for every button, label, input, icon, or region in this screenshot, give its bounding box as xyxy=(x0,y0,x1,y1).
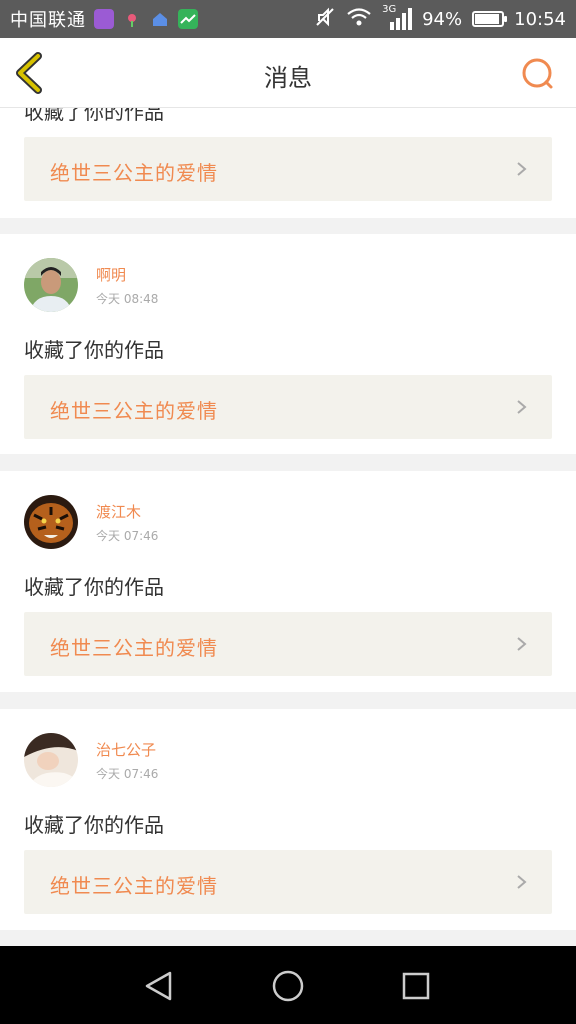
work-title: 绝世三公主的爱情 xyxy=(50,636,218,660)
message-list[interactable]: 收藏了你的作品 绝世三公主的爱情 啊明 今天 08:48 收藏了你的作品 绝世三… xyxy=(0,108,576,946)
work-title: 绝世三公主的爱情 xyxy=(50,161,218,185)
stocks-app-icon xyxy=(178,9,198,29)
carrier-label: 中国联通 xyxy=(10,10,86,31)
username[interactable]: 啊明 xyxy=(96,264,126,285)
work-link[interactable]: 绝世三公主的爱情 xyxy=(24,612,552,676)
message-card: 治七公子 今天 07:46 收藏了你的作品 绝世三公主的爱情 xyxy=(0,709,576,930)
message-card: 收藏了你的作品 绝世三公主的爱情 xyxy=(0,108,576,218)
avatar[interactable] xyxy=(24,733,78,787)
nav-back-button[interactable] xyxy=(142,968,178,1004)
nav-recents-button[interactable] xyxy=(398,968,434,1004)
message-card: 啊明 今天 08:48 收藏了你的作品 绝世三公主的爱情 xyxy=(0,234,576,454)
system-nav-bar xyxy=(0,946,576,1024)
avatar[interactable] xyxy=(24,495,78,549)
work-link[interactable]: 绝世三公主的爱情 xyxy=(24,850,552,914)
search-button[interactable] xyxy=(520,56,556,92)
chevron-right-icon xyxy=(517,162,527,176)
avatar[interactable] xyxy=(24,258,78,312)
circle-home-icon xyxy=(272,970,304,1002)
battery-percent: 94% xyxy=(422,8,463,30)
status-bar-left: 中国联通 xyxy=(10,6,198,32)
gallery-app-icon xyxy=(94,9,114,29)
message-time: 今天 07:46 xyxy=(96,529,159,543)
battery-fill xyxy=(475,14,500,24)
message-action: 收藏了你的作品 xyxy=(24,575,164,599)
clock: 10:54 xyxy=(514,8,566,30)
status-bar-right: 3G 94% 10:54 xyxy=(314,4,566,33)
work-title: 绝世三公主的爱情 xyxy=(50,399,218,423)
message-action: 收藏了你的作品 xyxy=(24,108,164,124)
message-action: 收藏了你的作品 xyxy=(24,813,164,837)
house-app-icon xyxy=(150,9,170,29)
work-link[interactable]: 绝世三公主的爱情 xyxy=(24,375,552,439)
search-icon xyxy=(522,58,553,89)
page-title: 消息 xyxy=(264,64,312,92)
triangle-back-icon xyxy=(145,971,172,1001)
work-title: 绝世三公主的爱情 xyxy=(50,874,218,898)
message-time: 今天 08:48 xyxy=(96,292,159,306)
nav-home-button[interactable] xyxy=(270,968,306,1004)
chevron-right-icon xyxy=(517,875,527,889)
chevron-right-icon xyxy=(517,637,527,651)
message-time: 今天 07:46 xyxy=(96,767,159,781)
username[interactable]: 治七公子 xyxy=(96,739,156,760)
status-bar: 中国联通 3G 94% 10:54 xyxy=(0,0,576,38)
battery-icon xyxy=(472,11,508,27)
message-card: 渡江木 今天 07:46 收藏了你的作品 绝世三公主的爱情 xyxy=(0,471,576,692)
work-link[interactable]: 绝世三公主的爱情 xyxy=(24,137,552,201)
mute-icon xyxy=(314,6,336,33)
square-recents-icon xyxy=(402,972,430,1000)
message-action: 收藏了你的作品 xyxy=(24,338,164,362)
chevron-right-icon xyxy=(517,400,527,414)
signal-icon: 3G xyxy=(382,4,413,30)
username[interactable]: 渡江木 xyxy=(96,501,141,522)
flower-app-icon xyxy=(122,9,142,29)
app-header: 消息 xyxy=(0,38,576,108)
wifi-icon xyxy=(346,7,372,32)
